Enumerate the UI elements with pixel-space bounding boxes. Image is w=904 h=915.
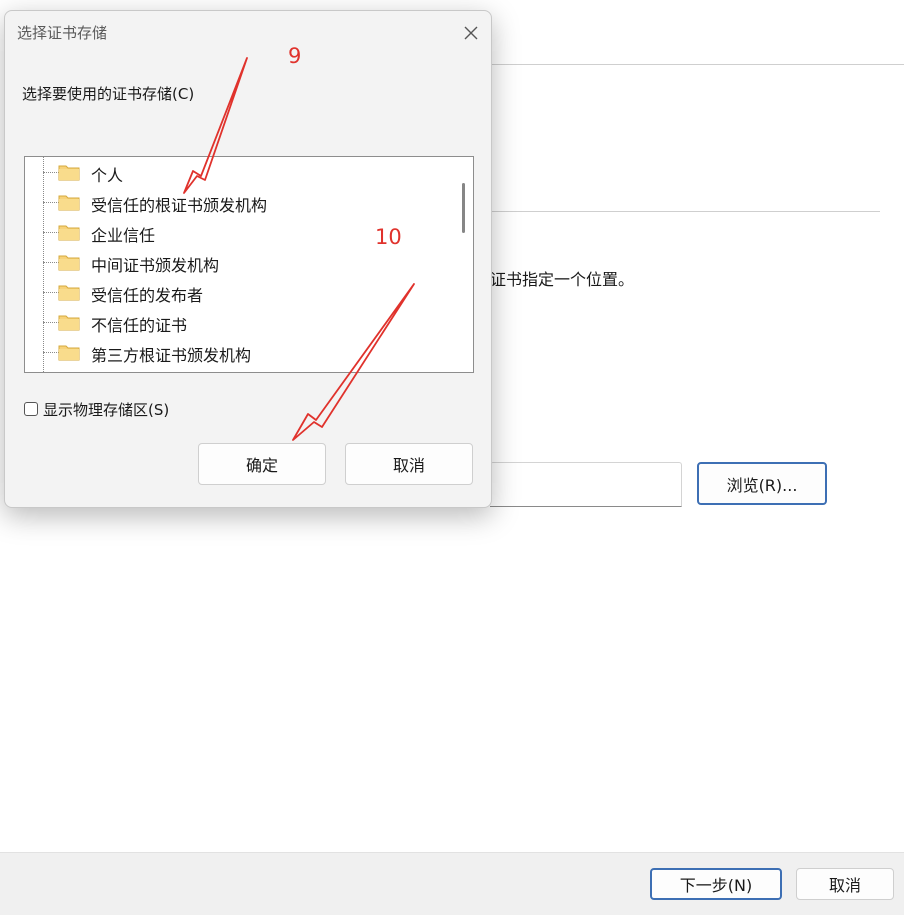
wizard-description: 证书指定一个位置。: [490, 270, 635, 289]
tree-item-label: 受信任的发布者: [91, 286, 204, 305]
tree-scroll-thumb[interactable]: [462, 183, 465, 233]
folder-icon: [58, 315, 80, 331]
tree-item-label: 企业信任: [91, 226, 156, 245]
tree-item-label: 个人: [91, 166, 124, 185]
tree-branch: [43, 202, 59, 203]
tree-item-trusted-publishers[interactable]: 受信任的发布者: [25, 277, 445, 307]
select-store-dialog: 选择证书存储 选择要使用的证书存储(C) 个人 受信任的根证书颁发机构 企业信任…: [4, 10, 492, 508]
tree-item-label: 中间证书颁发机构: [91, 256, 220, 275]
tree-item-intermediate-ca[interactable]: 中间证书颁发机构: [25, 247, 445, 277]
tree-branch: [43, 292, 59, 293]
tree-branch: [43, 352, 59, 353]
tree-item-label: 第三方根证书颁发机构: [91, 346, 252, 365]
tree-item-untrusted[interactable]: 不信任的证书: [25, 307, 445, 337]
wizard-cancel-button[interactable]: 取消: [796, 868, 894, 900]
tree-branch: [43, 232, 59, 233]
certificate-store-field[interactable]: [490, 462, 682, 507]
folder-icon: [58, 285, 80, 301]
tree-branch: [43, 262, 59, 263]
folder-icon: [58, 345, 80, 361]
tree-item-trusted-root[interactable]: 受信任的根证书颁发机构: [25, 187, 445, 217]
show-physical-stores[interactable]: 显示物理存储区(S): [24, 399, 169, 419]
show-physical-checkbox[interactable]: [24, 402, 38, 416]
folder-icon: [58, 225, 80, 241]
tree-item-label: 不信任的证书: [91, 316, 188, 335]
folder-icon: [58, 255, 80, 271]
close-icon[interactable]: [457, 19, 485, 47]
folder-icon: [58, 195, 80, 211]
tree-branch: [43, 172, 59, 173]
dialog-title: 选择证书存储: [17, 24, 108, 42]
next-button[interactable]: 下一步(N): [650, 868, 782, 900]
ok-button[interactable]: 确定: [198, 443, 326, 485]
annotation-step-10: 10: [375, 225, 402, 249]
browse-button[interactable]: 浏览(R)...: [697, 462, 827, 505]
tree-branch: [43, 322, 59, 323]
dialog-cancel-button[interactable]: 取消: [345, 443, 473, 485]
folder-icon: [58, 165, 80, 181]
tree-item-third-party-root[interactable]: 第三方根证书颁发机构: [25, 337, 445, 367]
tree-item-label: 受信任的根证书颁发机构: [91, 196, 268, 215]
tree-item-personal[interactable]: 个人: [25, 157, 445, 187]
store-tree[interactable]: 个人 受信任的根证书颁发机构 企业信任 中间证书颁发机构 受信任的发布者 不信任…: [24, 156, 474, 373]
wizard-section-divider: [492, 211, 880, 212]
annotation-step-9: 9: [288, 44, 302, 68]
wizard-header-divider: [492, 64, 904, 65]
store-list-label: 选择要使用的证书存储(C): [22, 85, 195, 103]
show-physical-label: 显示物理存储区(S): [43, 400, 170, 419]
